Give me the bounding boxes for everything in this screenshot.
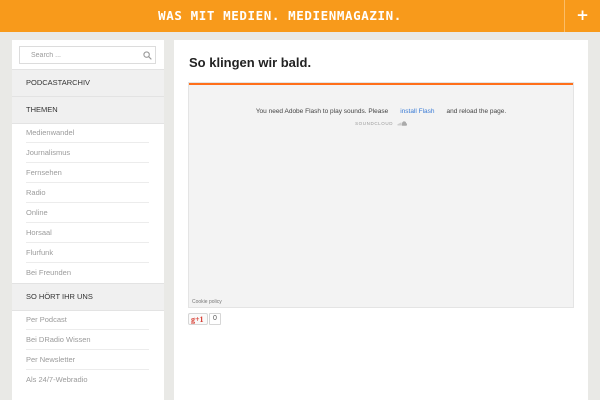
sidebar-item-bei-freunden[interactable]: Bei Freunden <box>26 263 149 283</box>
sidebar-section-podcastarchiv[interactable]: PODCASTARCHIV <box>12 69 164 97</box>
sidebar-item-flurfunk[interactable]: Flurfunk <box>26 243 149 263</box>
flash-message-text: You need Adobe Flash to play sounds. Ple… <box>255 108 389 115</box>
player-accent-bar <box>189 83 573 85</box>
cookie-policy-link[interactable]: Cookie policy <box>192 299 222 305</box>
search-box <box>19 46 156 64</box>
flash-message-after: and reload the page. <box>446 108 507 115</box>
flash-message: You need Adobe Flash to play sounds. Ple… <box>189 108 573 115</box>
soundcloud-brand: SOUNDCLOUD <box>189 121 573 127</box>
sidebar-section-so-hoert-ihr-uns[interactable]: SO HÖRT IHR UNS <box>12 283 164 311</box>
google-plus-button[interactable]: g+1 <box>188 313 208 325</box>
sidebar-item-medienwandel[interactable]: Medienwandel <box>26 123 149 143</box>
sidebar-item-radio[interactable]: Radio <box>26 183 149 203</box>
cloud-icon <box>397 121 407 127</box>
sidebar-item-webradio[interactable]: Als 24/7-Webradio <box>26 370 149 390</box>
sidebar-item-horsaal[interactable]: Horsaal <box>26 223 149 243</box>
main-content: So klingen wir bald. You need Adobe Flas… <box>174 40 588 400</box>
install-flash-link[interactable]: install Flash <box>400 108 434 115</box>
post-title[interactable]: So klingen wir bald. <box>189 55 311 70</box>
search-input[interactable] <box>20 47 135 63</box>
sidebar-item-bei-dradio-wissen[interactable]: Bei DRadio Wissen <box>26 330 149 350</box>
sidebar: PODCASTARCHIV THEMEN Medienwandel Journa… <box>12 40 164 400</box>
sidebar-item-per-podcast[interactable]: Per Podcast <box>26 310 149 330</box>
sidebar-item-online[interactable]: Online <box>26 203 149 223</box>
soundcloud-player: You need Adobe Flash to play sounds. Ple… <box>188 82 574 308</box>
site-title[interactable]: WAS MIT MEDIEN. MEDIENMAGAZIN. <box>0 0 560 32</box>
search-icon[interactable] <box>143 51 152 60</box>
google-plus-label: g+1 <box>191 315 204 324</box>
sidebar-section-themen[interactable]: THEMEN <box>12 96 164 124</box>
google-plus-count: 0 <box>209 313 221 325</box>
sidebar-item-journalismus[interactable]: Journalismus <box>26 143 149 163</box>
sidebar-item-fernsehen[interactable]: Fernsehen <box>26 163 149 183</box>
soundcloud-wordmark: SOUNDCLOUD <box>355 121 394 126</box>
plus-button[interactable]: + <box>565 0 600 32</box>
sidebar-item-per-newsletter[interactable]: Per Newsletter <box>26 350 149 370</box>
top-bar: WAS MIT MEDIEN. MEDIENMAGAZIN. + <box>0 0 600 32</box>
